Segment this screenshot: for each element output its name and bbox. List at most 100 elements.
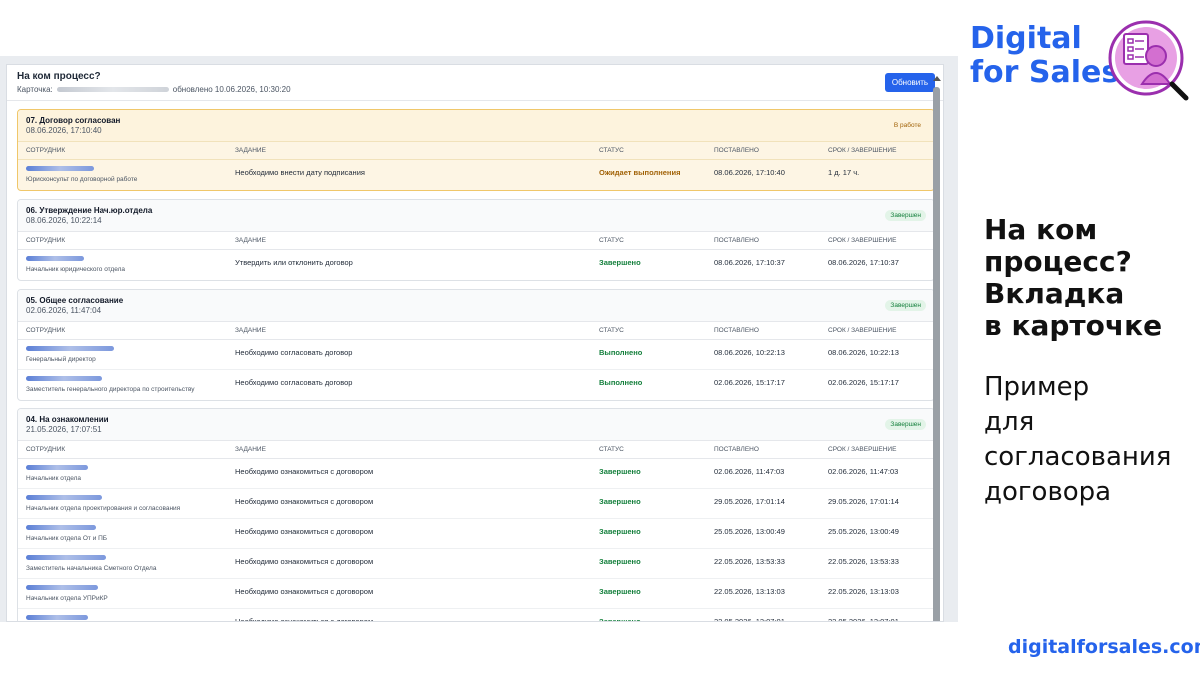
column-header: ПОСТАВЛЕНО [714, 237, 759, 244]
assigned-date: 02.06.2026, 15:17:17 [714, 378, 785, 387]
column-header: СРОК / ЗАВЕРШЕНИЕ [828, 147, 897, 154]
column-header: ПОСТАВЛЕНО [714, 327, 759, 334]
task-text: Необходимо согласовать договор [235, 378, 353, 387]
redacted-employee-name[interactable] [26, 525, 96, 530]
stage-header: 07. Договор согласован 08.06.2026, 17:10:… [18, 110, 934, 142]
redacted-card-name [56, 87, 169, 92]
stage-date: 21.05.2026, 17:07:51 [26, 425, 102, 434]
table-row[interactable]: Заместитель генерального директора по ст… [18, 370, 934, 400]
status-badge: Завершен [885, 300, 926, 311]
task-text: Необходимо согласовать договор [235, 348, 353, 357]
table-row[interactable]: Генеральный директор Необходимо согласова… [18, 340, 934, 370]
column-header: ПОСТАВЛЕНО [714, 147, 759, 154]
stage-header: 06. Утверждение Нач.юр.отдела 08.06.2026,… [18, 200, 934, 232]
assigned-date: 29.05.2026, 17:01:14 [714, 497, 785, 506]
headline-line: На ком [984, 213, 1098, 246]
column-header: ЗАДАНИЕ [235, 237, 266, 244]
due-date: 22.05.2026, 12:07:01 [828, 617, 899, 622]
task-text: Необходимо внести дату подписания [235, 168, 365, 177]
brand-line-1: Digital [970, 21, 1082, 56]
screenshot-panel: На ком процесс? Карточка: обновлено 10.0… [0, 56, 958, 622]
employee-position: Начальник отдела УПРиКР [26, 595, 108, 602]
task-text: Необходимо ознакомиться с договором [235, 497, 374, 506]
stage-name: 06. Утверждение Нач.юр.отдела [26, 206, 153, 215]
task-status: Завершено [599, 467, 641, 476]
table-row[interactable]: Необходимо ознакомиться с договором Завер… [18, 609, 934, 622]
assigned-date: 08.06.2026, 17:10:37 [714, 258, 785, 267]
table-row[interactable]: Начальник юридического отдела Утвердить и… [18, 250, 934, 280]
stage-card: 04. На ознакомлении 21.05.2026, 17:07:51 З… [17, 408, 935, 622]
subheadline-line: Пример [984, 372, 1090, 402]
redacted-employee-name[interactable] [26, 346, 114, 351]
table-row[interactable]: Заместитель начальника Сметного Отдела Не… [18, 549, 934, 579]
employee-position: Начальник юридического отдела [26, 266, 126, 273]
due-date: 22.05.2026, 13:53:33 [828, 557, 899, 566]
status-badge: В работе [893, 122, 921, 129]
employee-position: Начальник отдела проектирования и соглас… [26, 505, 181, 512]
card-info: Карточка: обновлено 10.06.2026, 10:30:20 [17, 85, 935, 94]
employee-position: Заместитель начальника Сметного Отдела [26, 565, 157, 572]
status-badge: Завершен [885, 419, 926, 430]
assigned-date: 02.06.2026, 11:47:03 [714, 467, 785, 476]
header-divider [7, 100, 943, 101]
stage-header: 05. Общее согласование 02.06.2026, 11:47:… [18, 290, 934, 322]
stage-date: 02.06.2026, 11:47:04 [26, 306, 102, 315]
stage-name: 04. На ознакомлении [26, 415, 109, 424]
assigned-date: 22.05.2026, 13:53:33 [714, 557, 785, 566]
redacted-employee-name[interactable] [26, 615, 88, 620]
column-header: ЗАДАНИЕ [235, 327, 266, 334]
brand-name: Digital for Sales [970, 22, 1119, 90]
column-header: СОТРУДНИК [26, 327, 66, 334]
stage-date: 08.06.2026, 10:22:14 [26, 216, 102, 225]
redacted-employee-name[interactable] [26, 555, 106, 560]
due-date: 02.06.2026, 15:17:17 [828, 378, 899, 387]
redacted-employee-name[interactable] [26, 376, 102, 381]
table-row[interactable]: Юрисконсульт по договорной работе Необход… [18, 160, 934, 190]
task-text: Необходимо ознакомиться с договором [235, 617, 374, 622]
assigned-date: 25.05.2026, 13:00:49 [714, 527, 785, 536]
redacted-employee-name[interactable] [26, 585, 98, 590]
stage-date: 08.06.2026, 17:10:40 [26, 126, 102, 135]
subheadline-line: для [984, 407, 1035, 437]
subheadline-line: договора [984, 477, 1112, 507]
checklist-person-magnifier-icon [1108, 20, 1189, 101]
page-title: На ком процесс? [17, 71, 101, 82]
task-status: Завершено [599, 258, 641, 267]
subheadline-line: согласования [984, 442, 1172, 472]
assigned-date: 08.06.2026, 10:22:13 [714, 348, 785, 357]
scroll-up-arrow-icon[interactable] [932, 75, 941, 83]
table-row[interactable]: Начальник отдела Необходимо ознакомиться … [18, 459, 934, 489]
table-header: СОТРУДНИК ЗАДАНИЕ СТАТУС ПОСТАВЛЕНО СРОК / З… [18, 441, 934, 459]
redacted-employee-name[interactable] [26, 166, 94, 171]
task-status: Завершено [599, 497, 641, 506]
redacted-employee-name[interactable] [26, 256, 84, 261]
column-header: СОТРУДНИК [26, 446, 66, 453]
site-url[interactable]: digitalforsales.com [1008, 636, 1200, 658]
updated-text: обновлено 10.06.2026, 10:30:20 [172, 85, 291, 94]
due-date: 1 д. 17 ч. [828, 168, 860, 177]
employee-position: Начальник отдела От и ПБ [26, 535, 108, 542]
column-header: СТАТУС [599, 327, 624, 334]
process-window: На ком процесс? Карточка: обновлено 10.0… [6, 64, 944, 622]
stage-card: 07. Договор согласован 08.06.2026, 17:10:… [17, 109, 935, 191]
redacted-employee-name[interactable] [26, 465, 88, 470]
assigned-date: 22.05.2026, 13:13:03 [714, 587, 785, 596]
table-header: СОТРУДНИК ЗАДАНИЕ СТАТУС ПОСТАВЛЕНО СРОК / З… [18, 232, 934, 250]
slide: На ком процесс? Карточка: обновлено 10.0… [0, 0, 1200, 675]
stage-name: 05. Общее согласование [26, 296, 124, 305]
column-header: СТАТУС [599, 446, 624, 453]
table-header: СОТРУДНИК ЗАДАНИЕ СТАТУС ПОСТАВЛЕНО СРОК / З… [18, 322, 934, 340]
redacted-employee-name[interactable] [26, 495, 102, 500]
task-status: Выполнено [599, 378, 643, 387]
card-label: Карточка: [17, 85, 53, 94]
table-row[interactable]: Начальник отдела От и ПБ Необходимо ознак… [18, 519, 934, 549]
table-row[interactable]: Начальник отдела проектирования и соглас… [18, 489, 934, 519]
task-text: Необходимо ознакомиться с договором [235, 527, 374, 536]
employee-position: Начальник отдела [26, 475, 82, 482]
table-row[interactable]: Начальник отдела УПРиКР Необходимо ознако… [18, 579, 934, 609]
stage-header: 04. На ознакомлении 21.05.2026, 17:07:51 З… [18, 409, 934, 441]
task-status: Выполнено [599, 348, 643, 357]
scrollbar-thumb[interactable] [933, 87, 940, 621]
refresh-button[interactable]: Обновить [885, 73, 935, 92]
column-header: ЗАДАНИЕ [235, 147, 266, 154]
